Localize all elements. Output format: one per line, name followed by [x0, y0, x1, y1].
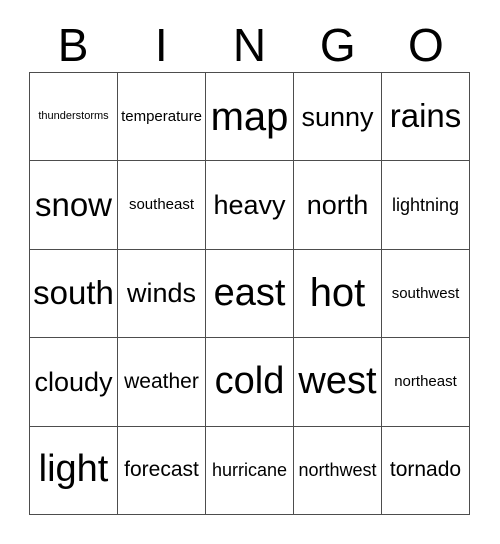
bingo-cell[interactable]: west [294, 338, 382, 427]
bingo-cell[interactable]: hot [294, 249, 382, 339]
bingo-cell-label: map [210, 94, 289, 139]
bingo-cell-label: east [213, 271, 286, 314]
bingo-cell[interactable]: map [206, 73, 294, 162]
bingo-cell[interactable]: thunderstorms [30, 73, 118, 162]
bingo-cell-label: hurricane [211, 459, 288, 480]
bingo-cell[interactable]: lightning [382, 161, 470, 250]
bingo-cell[interactable]: snow [30, 161, 118, 250]
bingo-cell[interactable]: northwest [294, 426, 382, 515]
bingo-grid: thunderstorms temperature map sunny rain… [29, 72, 470, 515]
header-letter-i: I [154, 19, 168, 71]
bingo-cell[interactable]: cold [206, 338, 294, 427]
bingo-cell-label: thunderstorms [38, 109, 109, 122]
bingo-cell[interactable]: north [294, 161, 382, 250]
bingo-cell[interactable]: forecast [118, 426, 206, 515]
header-letter-n: N [232, 19, 267, 71]
bingo-cell-label: sunny [301, 101, 374, 132]
bingo-header: B I N G O [29, 18, 470, 72]
bingo-cell-label: tornado [389, 458, 462, 482]
bingo-cell-label: lightning [391, 194, 460, 215]
bingo-cell-label: forecast [124, 458, 199, 482]
bingo-cell[interactable]: heavy [206, 161, 294, 250]
bingo-cell-label: heavy [213, 189, 286, 220]
bingo-cell[interactable]: weather [118, 338, 206, 427]
bingo-cell[interactable]: southeast [118, 161, 206, 250]
header-letter-b: B [57, 19, 89, 71]
bingo-cell-label: northeast [394, 373, 457, 391]
bingo-cell-label: hot [309, 271, 366, 316]
bingo-cell-label: light [38, 448, 109, 491]
bingo-cell-label: cloudy [34, 366, 113, 397]
bingo-cell[interactable]: winds [118, 249, 206, 339]
bingo-cell[interactable]: south [30, 249, 118, 339]
bingo-cell-label: snow [34, 185, 113, 223]
bingo-cell[interactable]: tornado [382, 426, 470, 515]
bingo-cell-label: temperature [121, 107, 202, 125]
bingo-cell-label: west [298, 359, 377, 402]
bingo-cell-label: winds [126, 278, 197, 309]
bingo-cell[interactable]: light [30, 426, 118, 515]
bingo-cell-label: northwest [298, 459, 377, 480]
bingo-cell-label: rains [389, 97, 462, 135]
bingo-card: B I N G O thunderstorms temperature map … [0, 0, 500, 544]
bingo-cell[interactable]: east [206, 249, 294, 339]
bingo-cell[interactable]: cloudy [30, 338, 118, 427]
bingo-cell[interactable]: rains [382, 73, 470, 162]
bingo-cell-label: cold [214, 359, 285, 402]
bingo-cell[interactable]: hurricane [206, 426, 294, 515]
bingo-cell[interactable]: northeast [382, 338, 470, 427]
bingo-cell-label: southeast [128, 196, 195, 214]
bingo-cell-label: north [306, 189, 369, 220]
bingo-cell[interactable]: sunny [294, 73, 382, 162]
bingo-cell-label: weather [124, 369, 199, 393]
header-letter-o: O [408, 19, 444, 71]
bingo-cell[interactable]: temperature [118, 73, 206, 162]
bingo-cell-label: southwest [391, 284, 460, 302]
bingo-cell-label: south [33, 274, 114, 312]
bingo-cell[interactable]: southwest [382, 249, 470, 339]
header-letter-g: G [319, 19, 356, 71]
